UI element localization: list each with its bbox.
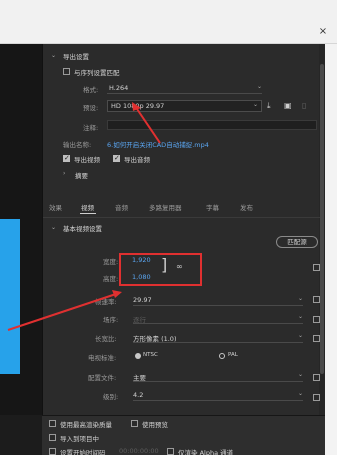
export-audio-checkbox[interactable] (113, 154, 120, 162)
preview-footer (0, 415, 42, 455)
level-checkbox[interactable] (313, 394, 320, 401)
preset-dropdown[interactable]: HD 1080p 29.97 ⌄ (107, 100, 262, 112)
output-name-link[interactable]: 6.如何开启关闭CAD自动捕捉.mp4 (107, 139, 209, 149)
field-order-dropdown[interactable]: 逐行 ⌄ (133, 313, 303, 324)
collapse-triangle-icon[interactable]: ⌄ (51, 224, 56, 231)
width-height-checkbox[interactable] (313, 264, 320, 271)
field-order-label: 场序: (103, 316, 119, 324)
match-sequence-checkbox[interactable] (63, 68, 70, 75)
basic-video-settings-title: 基本视频设置 (63, 225, 102, 233)
export-settings-panel: ⌄ 导出设置 与序列设置匹配 格式: H.264 ⌄ 预设: HD 1080p … (42, 44, 325, 415)
tab-effects[interactable]: 效果 (49, 202, 62, 212)
export-video-checkbox[interactable] (63, 154, 70, 162)
chevron-down-icon: ⌄ (297, 390, 303, 397)
active-tab-indicator (80, 213, 96, 214)
chevron-down-icon: ⌄ (297, 371, 303, 378)
window-edge (325, 44, 337, 455)
tab-captions[interactable]: 字幕 (206, 202, 219, 212)
set-start-timecode-label: 设置开始时间码 (60, 449, 106, 455)
framerate-value: 29.97 (133, 296, 152, 304)
aspect-checkbox[interactable] (313, 335, 320, 342)
framerate-label: 帧速率: (95, 298, 117, 306)
level-label: 级别: (103, 393, 119, 401)
max-render-quality-label: 使用最高渲染质量 (60, 421, 112, 429)
render-alpha-checkbox[interactable] (167, 448, 174, 455)
highlight-box (119, 253, 202, 286)
export-audio-label: 导出音频 (124, 156, 150, 164)
field-order-checkbox[interactable] (313, 316, 320, 323)
scroll-thumb[interactable] (320, 64, 324, 374)
pal-radio[interactable] (219, 353, 225, 359)
aspect-label: 长宽比: (95, 335, 117, 343)
level-dropdown[interactable]: 4.2 ⌄ (133, 390, 303, 401)
framerate-checkbox[interactable] (313, 296, 320, 303)
preview-pane (0, 44, 42, 415)
ntsc-radio[interactable] (135, 353, 141, 359)
field-order-value: 逐行 (133, 316, 146, 324)
close-icon[interactable]: × (317, 26, 329, 38)
tab-publish[interactable]: 发布 (240, 202, 253, 212)
level-value: 4.2 (133, 391, 144, 399)
comments-field[interactable] (107, 120, 317, 130)
width-label: 宽度: (103, 258, 119, 266)
aspect-dropdown[interactable]: 方形像素 (1.0) ⌄ (133, 332, 303, 343)
preset-label: 预设: (83, 104, 99, 112)
set-start-timecode-checkbox[interactable] (49, 448, 56, 455)
chevron-down-icon: ⌄ (256, 83, 262, 90)
import-into-project-checkbox[interactable] (49, 434, 56, 441)
render-alpha-label: 仅渲染 Alpha 通道 (178, 449, 234, 455)
collapse-triangle-icon[interactable]: ⌄ (51, 52, 56, 59)
ntsc-label: NTSC (143, 352, 158, 358)
use-previews-label: 使用预览 (142, 421, 168, 429)
profile-checkbox[interactable] (313, 374, 320, 381)
save-preset-icon[interactable]: ▣ (284, 101, 292, 110)
chevron-down-icon: ⌄ (297, 313, 303, 320)
tab-video[interactable]: 视频 (81, 202, 94, 212)
expand-triangle-icon[interactable]: › (63, 170, 65, 177)
profile-label: 配置文件: (88, 374, 117, 382)
comments-label: 注释: (83, 124, 99, 132)
chevron-down-icon: ⌄ (297, 332, 303, 339)
format-dropdown[interactable]: H.264 ⌄ (107, 83, 262, 94)
profile-value: 主要 (133, 374, 146, 382)
export-settings-title: 导出设置 (63, 53, 89, 61)
summary-label[interactable]: 摘要 (75, 170, 88, 180)
timecode-value[interactable]: 00:00:00:00 (119, 447, 159, 455)
format-value: H.264 (109, 84, 129, 92)
aspect-value: 方形像素 (1.0) (133, 335, 177, 343)
max-render-quality-checkbox[interactable] (49, 420, 56, 427)
chevron-down-icon: ⌄ (297, 295, 303, 302)
video-preview (0, 219, 20, 374)
height-label: 高度: (103, 275, 119, 283)
divider (43, 217, 320, 218)
match-source-button[interactable]: 匹配源 (276, 236, 318, 248)
tv-standard-label: 电视标准: (88, 354, 117, 362)
match-sequence-label: 与序列设置匹配 (74, 69, 120, 77)
tab-multiplexer[interactable]: 多路复用器 (149, 202, 182, 212)
import-into-project-label: 导入到项目中 (60, 435, 99, 443)
chevron-down-icon: ⌄ (252, 101, 258, 108)
title-bar: × (0, 0, 337, 44)
output-name-label: 输出名称: (63, 141, 92, 149)
import-preset-icon[interactable]: ⤓ (267, 101, 271, 111)
pal-label: PAL (228, 352, 238, 358)
profile-dropdown[interactable]: 主要 ⌄ (133, 371, 303, 382)
framerate-dropdown[interactable]: 29.97 ⌄ (133, 295, 303, 306)
preset-value: HD 1080p 29.97 (111, 102, 165, 110)
render-options-panel: 使用最高渲染质量 使用预览 导入到项目中 设置开始时间码 00:00:00:00… (42, 415, 325, 455)
delete-preset-icon[interactable]: ▯ (302, 101, 306, 110)
use-previews-checkbox[interactable] (131, 420, 138, 427)
export-video-label: 导出视频 (74, 156, 100, 164)
format-label: 格式: (83, 86, 99, 94)
tab-audio[interactable]: 音频 (115, 202, 128, 212)
